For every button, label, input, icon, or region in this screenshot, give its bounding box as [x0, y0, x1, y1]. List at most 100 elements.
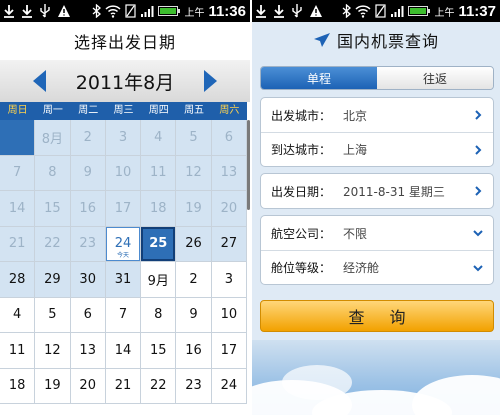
calendar-day-cell[interactable]: 8月	[35, 120, 71, 156]
calendar-day-cell[interactable]: 6	[70, 297, 106, 333]
calendar-day-number: 11	[150, 165, 167, 181]
calendar-day-number: 8月	[41, 131, 64, 147]
calendar-day-number: 22	[150, 378, 167, 394]
tab-roundtrip[interactable]: 往返	[377, 67, 493, 89]
calendar-day-cell[interactable]: 14	[105, 333, 142, 369]
calendar-day-cell[interactable]: 11	[0, 333, 36, 369]
departure-city-row[interactable]: 出发城市： 北京	[261, 98, 493, 132]
calendar-day-cell[interactable]: 22	[141, 368, 177, 404]
calendar-day-cell[interactable]: 15	[35, 191, 71, 227]
row-value: 上海	[343, 143, 368, 157]
calendar-day-cell[interactable]: 10	[105, 155, 142, 191]
prev-month-button[interactable]	[28, 67, 52, 95]
calendar-day-cell[interactable]: 24 今天	[105, 226, 142, 262]
calendar-day-cell[interactable]: 9月	[141, 262, 177, 298]
calendar-day-cell[interactable]: 10	[211, 297, 247, 333]
calendar-day-number: 7	[118, 307, 128, 323]
flight-search-screen: 上午 11:37 国内机票查询 单程 往返 出发城市： 北京 到达城市： 上海	[252, 0, 500, 415]
calendar-day-cell[interactable]: 9	[70, 155, 106, 191]
weekday-label: 周六	[219, 105, 240, 116]
calendar-day-cell[interactable]: 5	[176, 120, 212, 156]
query-button[interactable]: 查 询	[260, 300, 494, 332]
calendar-day-cell[interactable]: 17	[105, 191, 142, 227]
calendar-day-cell[interactable]: 19	[176, 191, 212, 227]
calendar-day-number: 21	[114, 378, 132, 394]
calendar-day-number: 19	[44, 378, 61, 394]
calendar-day-cell[interactable]: 31	[105, 262, 142, 298]
calendar-day-cell[interactable]: 3	[105, 120, 142, 156]
calendar-screen: 上午 11:36 选择出发日期 2011年8月 周日 周一 周二 周三 周四 周…	[0, 0, 250, 415]
calendar-day-cell[interactable]: 20	[70, 368, 106, 404]
calendar-day-cell[interactable]: 4	[0, 297, 36, 333]
departure-date-row[interactable]: 出发日期： 2011-8-31 星期三	[261, 174, 493, 208]
calendar-day-cell[interactable]: 12	[176, 155, 212, 191]
status-time: 11:37	[458, 2, 496, 20]
calendar-day-number: 13	[220, 165, 238, 181]
calendar-day-number: 10	[220, 307, 238, 323]
calendar-day-cell[interactable]: 16	[70, 191, 106, 227]
calendar-day-number: 3	[224, 271, 233, 287]
chevron-down-icon	[473, 230, 483, 237]
calendar-day-number: 28	[8, 271, 26, 287]
calendar-day-cell[interactable]: 22	[35, 226, 71, 262]
calendar-day-number: 20	[79, 378, 96, 394]
calendar-day-cell[interactable]: 13	[211, 155, 247, 191]
next-month-button[interactable]	[198, 67, 222, 95]
weekday-label: 周三	[113, 105, 134, 116]
calendar-day-cell[interactable]: 24	[211, 368, 247, 404]
calendar-day-cell[interactable]: 25	[141, 226, 177, 262]
calendar-day-cell[interactable]: 11	[141, 155, 177, 191]
calendar-day-cell[interactable]: 8	[35, 155, 71, 191]
calendar-day-cell[interactable]: 13	[70, 333, 106, 369]
calendar-day-cell[interactable]: 3	[211, 262, 247, 298]
chevron-right-icon	[475, 110, 482, 120]
calendar-day-cell[interactable]: 30	[70, 262, 106, 298]
calendar-day-cell[interactable]: 14	[0, 191, 36, 227]
calendar-day-cell[interactable]: 17	[211, 333, 247, 369]
calendar-day-cell[interactable]: 20	[211, 191, 247, 227]
download-icon	[22, 5, 32, 18]
calendar-day-cell[interactable]: 5	[35, 297, 71, 333]
calendar-day-number: 23	[185, 378, 202, 394]
calendar-day-cell[interactable]: 19	[35, 368, 71, 404]
row-value: 北京	[343, 108, 368, 123]
calendar-day-cell[interactable]: 12	[35, 333, 71, 369]
arrival-city-row[interactable]: 到达城市： 上海	[261, 132, 493, 166]
calendar-day-cell[interactable]: 21	[105, 368, 142, 404]
calendar-day-cell[interactable]: 7	[105, 297, 142, 333]
calendar-day-cell[interactable]: 6	[211, 120, 247, 156]
calendar-day-cell[interactable]: 29	[35, 262, 71, 298]
calendar-day-cell[interactable]: 23	[176, 368, 212, 404]
trip-type-tabs: 单程 往返	[260, 66, 494, 90]
calendar-day-cell[interactable]: 18	[141, 191, 177, 227]
airline-row[interactable]: 航空公司： 不限	[261, 216, 493, 250]
calendar-day-cell[interactable]: 2	[70, 120, 106, 156]
status-ampm: 上午	[434, 7, 455, 19]
bluetooth-icon	[343, 4, 352, 18]
calendar-day-cell[interactable]: 18	[0, 368, 36, 404]
calendar-day-cell[interactable]: 21	[0, 226, 36, 262]
cabin-class-row[interactable]: 舱位等级： 经济舱	[261, 250, 493, 284]
wifi-icon	[105, 5, 121, 18]
calendar-day-number: 6	[83, 307, 92, 323]
wifi-icon	[355, 5, 371, 18]
row-value: 经济舱	[343, 261, 380, 275]
calendar-day-cell[interactable]: 23	[70, 226, 106, 262]
calendar-day-cell[interactable]: 16	[176, 333, 212, 369]
signal-icon	[391, 6, 404, 17]
row-value: 2011-8-31 星期三	[343, 184, 445, 199]
calendar-day-cell[interactable]: 9	[176, 297, 212, 333]
row-label: 出发城市：	[271, 108, 332, 123]
calendar-day-cell[interactable]: 28	[0, 262, 36, 298]
calendar-day-cell[interactable]: 8	[141, 297, 177, 333]
calendar-day-cell[interactable]: 27	[211, 226, 247, 262]
signal-icon	[141, 6, 154, 17]
calendar-day-number: 22	[44, 236, 61, 252]
calendar-day-cell[interactable]: 2	[176, 262, 212, 298]
calendar-day-cell[interactable]: 26	[176, 226, 212, 262]
calendar-day-cell[interactable]: 15	[141, 333, 177, 369]
calendar-day-cell[interactable]: 7	[0, 155, 36, 191]
calendar-day-cell[interactable]: 4	[141, 120, 177, 156]
tab-oneway[interactable]: 单程	[261, 67, 377, 89]
calendar-day-number: 29	[44, 271, 61, 287]
